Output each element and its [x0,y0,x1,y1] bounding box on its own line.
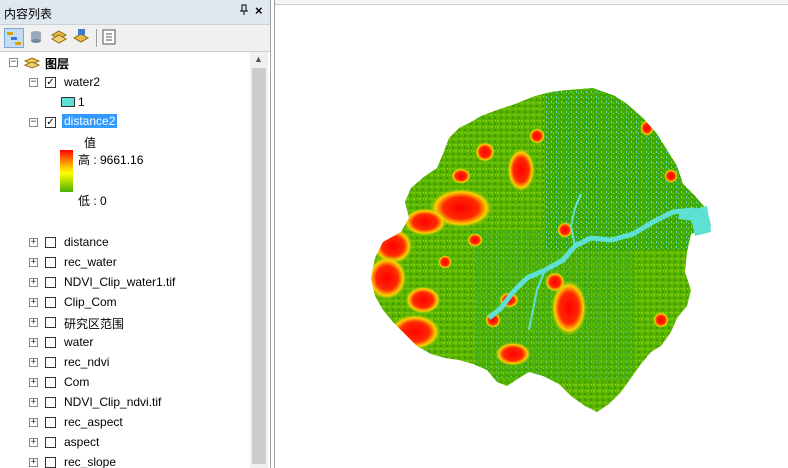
layer-visibility-checkbox[interactable] [45,397,56,408]
collapse-icon[interactable]: − [9,58,18,67]
expand-icon[interactable]: + [29,438,38,447]
legend-high-label: 高 : 9661.16 [78,153,144,167]
tree-root: − 图层 [0,53,250,73]
scrollbar-thumb[interactable] [252,68,266,464]
layer-item[interactable]: + rec_water [0,253,250,273]
list-by-source-button[interactable] [27,28,47,48]
layer-visibility-checkbox[interactable]: ✓ [45,117,56,128]
expand-icon[interactable]: + [29,298,38,307]
list-by-source-icon [31,31,41,43]
layer-item-distance2[interactable]: − ✓ distance2 [0,113,250,133]
layer-item[interactable]: + rec_aspect [0,413,250,433]
layer-label[interactable]: NDVI_Clip_water1.tif [64,275,175,289]
color-ramp[interactable] [60,150,73,192]
layer-item[interactable]: + aspect [0,433,250,453]
expand-icon[interactable]: + [29,418,38,427]
layer-label[interactable]: rec_aspect [64,415,123,429]
list-by-drawing-order-button[interactable] [4,28,24,48]
expand-icon[interactable]: + [29,338,38,347]
options-icon [102,29,116,45]
scroll-up-icon[interactable]: ▲ [254,54,263,64]
root-label[interactable]: 图层 [45,55,69,72]
panel-title: 内容列表 [4,7,53,21]
layer-visibility-checkbox[interactable] [45,317,56,328]
list-by-selection-icon [72,29,90,43]
options-button[interactable] [100,28,120,48]
list-by-drawing-order-icon [7,32,21,45]
layer-label[interactable]: rec_slope [64,455,116,468]
pin-icon[interactable] [239,4,251,18]
layer-visibility-checkbox[interactable] [45,237,56,248]
layer-visibility-checkbox[interactable]: ✓ [45,77,56,88]
layer-label[interactable]: rec_water [64,255,117,269]
layer-item[interactable]: + Clip_Com [0,293,250,313]
collapse-icon[interactable]: − [29,78,38,87]
raster-map [371,88,711,412]
layer-item[interactable]: + Com [0,373,250,393]
layer-item[interactable]: + rec_ndvi [0,353,250,373]
list-by-visibility-button[interactable] [50,28,70,48]
layers-icon [24,57,40,69]
legend-low-label: 低 : 0 [78,194,107,208]
layer-visibility-checkbox[interactable] [45,297,56,308]
expand-icon[interactable]: + [29,258,38,267]
legend-class-label: 1 [78,95,85,109]
expand-icon[interactable]: + [29,378,38,387]
layer-visibility-checkbox[interactable] [45,257,56,268]
toc-toolbar [0,25,270,52]
layer-item[interactable]: + 研究区范围 [0,313,250,333]
list-by-selection-button[interactable] [72,28,92,48]
layer-label[interactable]: water [64,335,93,349]
layer-visibility-checkbox[interactable] [45,357,56,368]
expand-icon[interactable]: + [29,238,38,247]
close-icon[interactable]: × [255,3,267,18]
layer-item[interactable]: + rec_slope [0,453,250,468]
legend-swatch[interactable] [61,97,75,107]
layer-label[interactable]: distance2 [62,114,118,128]
layer-label[interactable]: Clip_Com [64,295,117,309]
expand-icon[interactable]: + [29,318,38,327]
legend-title-row: 值 [0,133,250,153]
layer-label[interactable]: 研究区范围 [64,315,124,332]
layer-item[interactable]: + NDVI_Clip_water1.tif [0,273,250,293]
expand-icon[interactable]: + [29,398,38,407]
expand-icon[interactable]: + [29,278,38,287]
layer-item[interactable]: + NDVI_Clip_ndvi.tif [0,393,250,413]
expand-icon[interactable]: + [29,358,38,367]
layer-visibility-checkbox[interactable] [45,377,56,388]
legend-class-item: 1 [0,93,250,113]
layer-label[interactable]: aspect [64,435,99,449]
list-by-visibility-icon [50,30,68,44]
legend-title: 值 [84,136,97,150]
layer-label[interactable]: distance [64,235,109,249]
layer-item[interactable]: + distance [0,233,250,253]
table-of-contents-panel: 内容列表 × − 图层 − ✓ water2 1 − ✓ distance2 值… [0,0,271,468]
layer-tree: − 图层 − ✓ water2 1 − ✓ distance2 值 高 : 96… [0,52,250,468]
layer-visibility-checkbox[interactable] [45,277,56,288]
layer-visibility-checkbox[interactable] [45,417,56,428]
collapse-icon[interactable]: − [29,118,38,127]
layer-visibility-checkbox[interactable] [45,337,56,348]
map-view[interactable] [274,0,788,468]
vertical-scrollbar[interactable]: ▲ [250,52,268,468]
layer-label[interactable]: NDVI_Clip_ndvi.tif [64,395,161,409]
layer-item-water2[interactable]: − ✓ water2 [0,73,250,93]
layer-label[interactable]: water2 [64,75,100,89]
layer-label[interactable]: rec_ndvi [64,355,109,369]
panel-titlebar: 内容列表 × [0,0,270,25]
layer-label[interactable]: Com [64,375,89,389]
layer-item[interactable]: + water [0,333,250,353]
toolbar-separator [96,29,97,47]
expand-icon[interactable]: + [29,458,38,467]
layer-visibility-checkbox[interactable] [45,437,56,448]
layer-visibility-checkbox[interactable] [45,457,56,468]
